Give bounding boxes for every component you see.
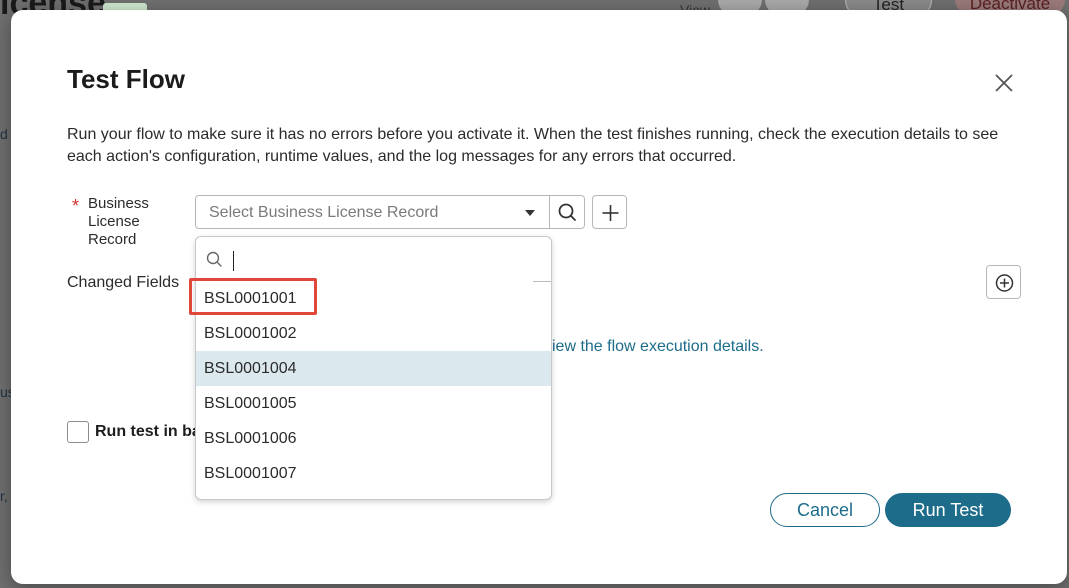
- business-license-record-label: Business License Record: [88, 195, 149, 248]
- plus-circle-icon: [995, 274, 1014, 292]
- required-indicator: *: [72, 196, 80, 216]
- record-search-button[interactable]: [550, 195, 585, 229]
- dropdown-search-input[interactable]: [196, 237, 551, 281]
- run-in-background-label: Run test in ba: [95, 423, 201, 440]
- execution-details-link[interactable]: iew the flow execution details.: [552, 338, 764, 356]
- business-license-record-select[interactable]: Select Business License Record: [195, 195, 550, 229]
- dropdown-option-bsl0001004[interactable]: BSL0001004: [196, 351, 551, 386]
- search-icon: [206, 251, 222, 267]
- chevron-down-icon: [525, 210, 535, 216]
- plus-icon: [602, 205, 619, 221]
- select-placeholder: Select Business License Record: [209, 204, 439, 221]
- option-label: BSL0001007: [204, 465, 297, 482]
- dropdown-option-bsl0001007[interactable]: BSL0001007: [196, 456, 551, 491]
- search-icon: [558, 203, 576, 221]
- add-record-button[interactable]: [592, 195, 627, 229]
- close-button[interactable]: [991, 70, 1017, 96]
- option-label: BSL0001004: [204, 360, 297, 377]
- background-left-text: r,: [0, 488, 8, 504]
- background-left-text: d: [0, 126, 8, 142]
- run-test-button[interactable]: Run Test: [885, 493, 1011, 527]
- dropdown-option-bsl0001006[interactable]: BSL0001006: [196, 421, 551, 456]
- dropdown-option-bsl0001005[interactable]: BSL0001005: [196, 386, 551, 421]
- add-changed-field-button[interactable]: [986, 265, 1021, 299]
- run-in-background-checkbox[interactable]: [67, 421, 89, 443]
- changed-fields-label: Changed Fields: [67, 274, 180, 291]
- cancel-button[interactable]: Cancel: [770, 493, 880, 527]
- modal-description: Run your flow to make sure it has no err…: [67, 126, 999, 165]
- option-label: BSL0001002: [204, 325, 297, 342]
- dropdown-option-bsl0001002[interactable]: BSL0001002: [196, 316, 551, 351]
- highlight-annotation-box: [189, 278, 317, 315]
- test-flow-modal: Test Flow Run your flow to make sure it …: [11, 10, 1067, 584]
- modal-title: Test Flow: [67, 64, 185, 94]
- close-icon: [995, 74, 1013, 92]
- record-dropdown: BSL0001001 BSL0001002 BSL0001004 BSL0001…: [195, 236, 552, 500]
- option-label: BSL0001006: [204, 430, 297, 447]
- option-label: BSL0001005: [204, 395, 297, 412]
- text-cursor: [233, 251, 234, 271]
